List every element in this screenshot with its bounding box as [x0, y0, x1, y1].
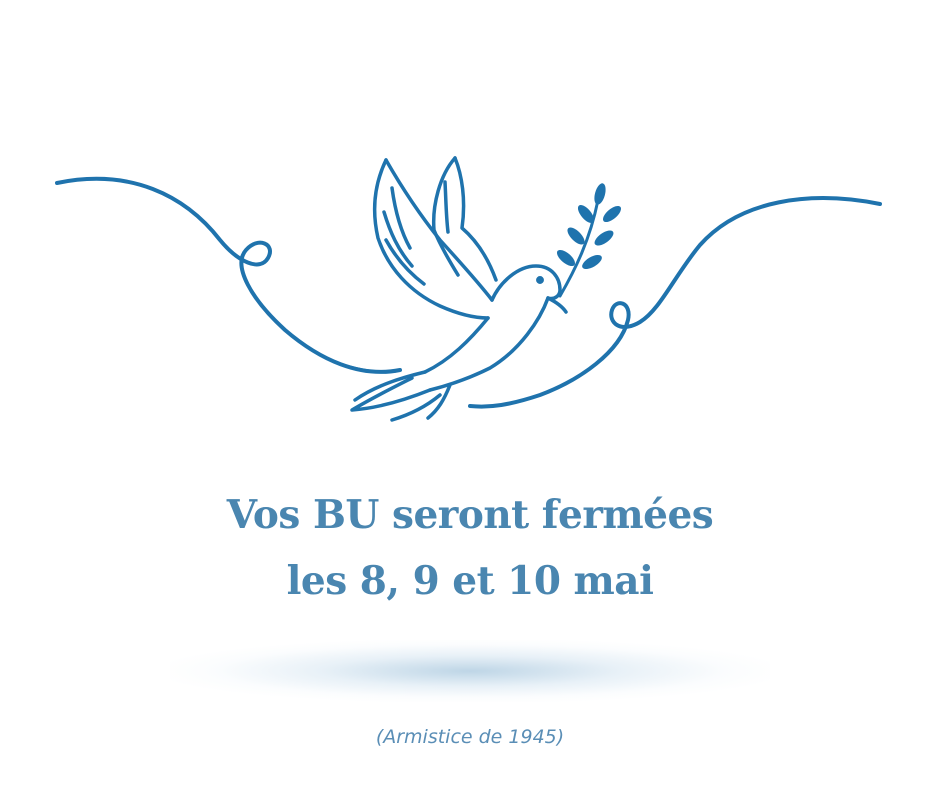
announcement-card: Vos BU seront fermées les 8, 9 et 10 mai…	[0, 0, 940, 788]
headline-line-2: les 8, 9 et 10 mai	[286, 558, 654, 604]
closure-announcement-title: Vos BU seront fermées les 8, 9 et 10 mai	[0, 482, 940, 614]
right-swirl-line	[468, 196, 882, 409]
olive-branch-icon	[556, 183, 622, 298]
peace-dove-illustration	[55, 156, 882, 422]
headline-line-1: Vos BU seront fermées	[226, 492, 714, 538]
holiday-footnote: (Armistice de 1945)	[375, 726, 565, 748]
decorative-glow	[170, 640, 770, 702]
left-swirl-line	[55, 176, 402, 374]
peace-dove-icon	[350, 156, 568, 422]
